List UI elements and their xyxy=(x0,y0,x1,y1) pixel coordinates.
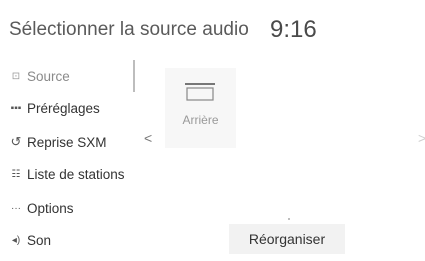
sidebar-item-label: Options xyxy=(27,200,74,216)
scroll-right-button[interactable]: > xyxy=(418,130,425,146)
sidebar: ⊡ Source ▪▪▪ Préréglages ↺ Reprise SXM ☷… xyxy=(9,60,135,261)
sidebar-item-label: Préréglages xyxy=(27,100,100,116)
source-tile-label: Arrière xyxy=(182,113,219,127)
options-icon: ··· xyxy=(11,202,21,214)
sidebar-item-label: Source xyxy=(27,68,70,84)
page-title: Sélectionner la source audio xyxy=(9,19,249,40)
sidebar-item-replay-sxm[interactable]: ↺ Reprise SXM xyxy=(9,126,135,158)
clock: 9:16 xyxy=(270,16,317,43)
presets-icon: ▪▪▪ xyxy=(10,102,22,114)
sidebar-item-label: Reprise SXM xyxy=(27,134,107,150)
header: Sélectionner la source audio 9:16 xyxy=(0,0,425,60)
sidebar-item-options[interactable]: ··· Options xyxy=(9,192,135,224)
rear-source-icon xyxy=(185,83,215,101)
station-list-icon: ☷ xyxy=(11,168,21,180)
sidebar-item-station-list[interactable]: ☷ Liste de stations xyxy=(9,158,135,190)
reorganize-button[interactable]: Réorganiser xyxy=(229,224,345,254)
replay-icon: ↺ xyxy=(10,134,22,149)
sidebar-item-presets[interactable]: ▪▪▪ Préréglages xyxy=(9,92,135,124)
source-tile-rear[interactable]: Arrière xyxy=(165,68,236,148)
sidebar-item-label: Son xyxy=(27,232,52,248)
sidebar-item-source[interactable]: ⊡ Source xyxy=(9,60,135,92)
sidebar-item-label: Liste de stations xyxy=(27,166,125,182)
scroll-left-button[interactable]: < xyxy=(144,130,152,146)
sidebar-item-sound[interactable]: ◂) Son xyxy=(9,224,135,256)
audio-source-screen: Sélectionner la source audio 9:16 ⊡ Sour… xyxy=(0,0,425,261)
source-icon: ⊡ xyxy=(11,70,21,82)
page-indicator-dot xyxy=(288,218,290,220)
speaker-icon: ◂) xyxy=(11,234,21,246)
selected-indicator xyxy=(133,60,135,92)
